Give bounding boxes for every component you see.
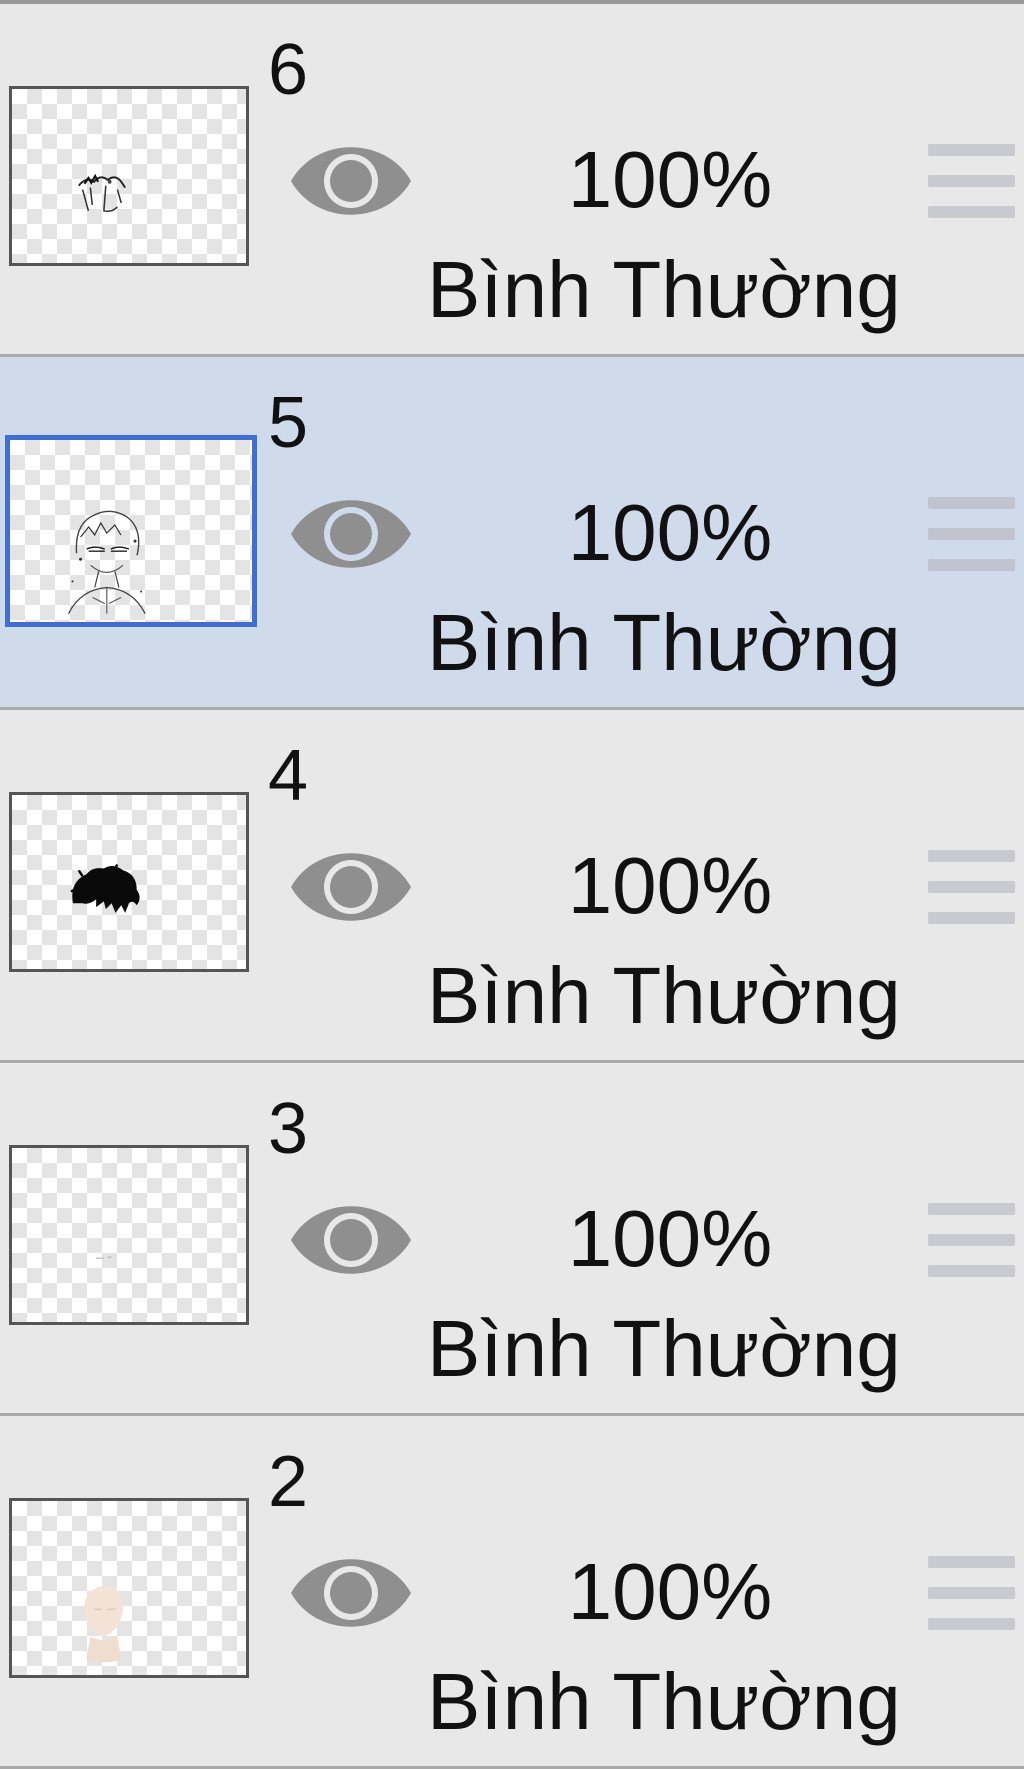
- layer-row-5[interactable]: 5 100% Bình Thường: [0, 357, 1024, 710]
- layer-number: 6: [268, 30, 309, 110]
- opacity-value[interactable]: 100%: [540, 485, 800, 581]
- layer-row-2[interactable]: 2 100% Bình Thường: [0, 1416, 1024, 1769]
- nearly-empty-thumbnail-art: [96, 1256, 112, 1259]
- hair-shape-thumbnail-art: [70, 863, 140, 913]
- layer-thumbnail[interactable]: [9, 1145, 249, 1325]
- layer-thumbnail[interactable]: [5, 435, 257, 627]
- eye-icon[interactable]: [288, 491, 414, 577]
- eye-icon[interactable]: [288, 844, 414, 930]
- eye-icon[interactable]: [288, 1197, 414, 1283]
- layer-row-3[interactable]: 3 100% Bình Thường: [0, 1063, 1024, 1416]
- layer-thumbnail[interactable]: [9, 1498, 249, 1678]
- blend-mode[interactable]: Bình Thường: [427, 1301, 901, 1397]
- opacity-value[interactable]: 100%: [540, 838, 800, 934]
- layer-number: 5: [268, 383, 309, 463]
- opacity-value[interactable]: 100%: [540, 1544, 800, 1640]
- drag-handle-icon[interactable]: [928, 142, 1015, 220]
- layer-number: 2: [268, 1442, 309, 1522]
- blend-mode[interactable]: Bình Thường: [427, 1654, 901, 1750]
- drag-handle-icon[interactable]: [928, 495, 1015, 573]
- opacity-value[interactable]: 100%: [540, 132, 800, 228]
- blend-mode[interactable]: Bình Thường: [427, 948, 901, 1044]
- layer-row-4[interactable]: 4 100% Bình Thường: [0, 710, 1024, 1063]
- drag-handle-icon[interactable]: [928, 848, 1015, 926]
- character-lineart-thumbnail-art: [67, 510, 146, 614]
- layer-thumbnail[interactable]: [9, 792, 249, 972]
- blend-mode[interactable]: Bình Thường: [427, 242, 901, 338]
- drag-handle-icon[interactable]: [928, 1554, 1015, 1632]
- layer-list: 6 100% Bình Thường 5 100% Bình Thường 4 …: [0, 4, 1024, 1769]
- eye-icon[interactable]: [288, 138, 414, 224]
- drag-handle-icon[interactable]: [928, 1201, 1015, 1279]
- sketch-fragment-thumbnail-art: [77, 173, 126, 213]
- layer-thumbnail[interactable]: [9, 86, 249, 266]
- blend-mode[interactable]: Bình Thường: [427, 595, 901, 691]
- eye-icon[interactable]: [288, 1550, 414, 1636]
- layer-number: 3: [268, 1089, 309, 1169]
- layer-number: 4: [268, 736, 309, 816]
- skin-tone-thumbnail-art: [84, 1586, 124, 1663]
- opacity-value[interactable]: 100%: [540, 1191, 800, 1287]
- layer-row-6[interactable]: 6 100% Bình Thường: [0, 4, 1024, 357]
